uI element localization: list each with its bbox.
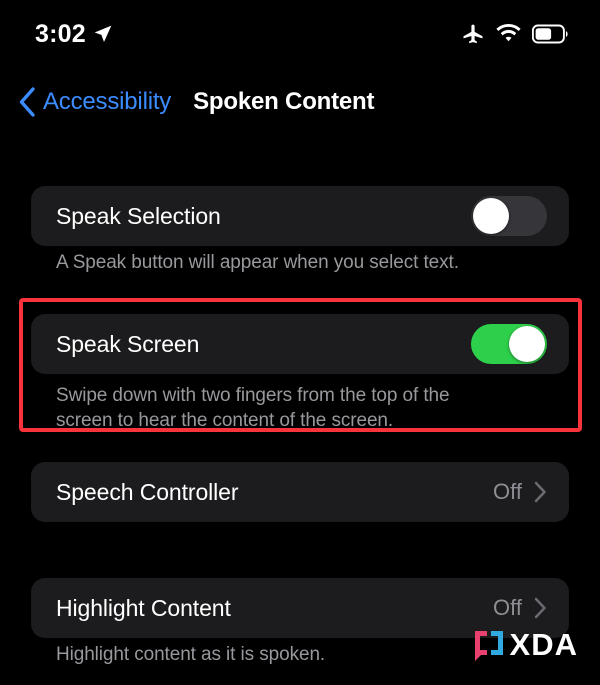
chevron-right-icon — [534, 481, 547, 503]
chevron-right-icon — [534, 597, 547, 619]
row-speak-selection[interactable]: Speak Selection — [31, 186, 569, 246]
row-label: Highlight Content — [56, 594, 231, 621]
caption-highlight-content: Highlight content as it is spoken. — [56, 644, 326, 665]
xda-watermark: XDA — [472, 627, 578, 663]
row-label: Speech Controller — [56, 478, 239, 505]
xda-wordmark: XDA — [509, 627, 578, 662]
row-label: Speak Screen — [56, 330, 200, 357]
caption-speak-selection: A Speak button will appear when you sele… — [56, 252, 459, 273]
caption-speak-screen: Swipe down with two fingers from the top… — [56, 385, 450, 431]
row-accessory: Off — [493, 595, 547, 621]
row-speech-controller[interactable]: Speech Controller Off — [31, 462, 569, 522]
row-value: Off — [493, 595, 522, 620]
speak-selection-toggle[interactable] — [471, 196, 547, 236]
xda-bracket-logo-icon — [472, 628, 506, 662]
toggle-knob — [473, 198, 509, 234]
toggle-knob — [509, 326, 545, 362]
row-accessory: Off — [493, 479, 547, 505]
row-label: Speak Selection — [56, 202, 221, 229]
row-speak-screen[interactable]: Speak Screen — [31, 314, 569, 374]
speak-screen-toggle[interactable] — [471, 324, 547, 364]
row-value: Off — [493, 479, 522, 504]
settings-list: Speak Selection A Speak button will appe… — [0, 0, 600, 685]
